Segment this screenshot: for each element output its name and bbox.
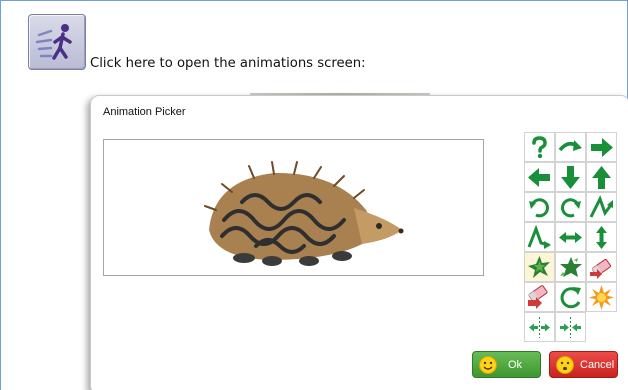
animation-option[interactable] — [524, 282, 555, 312]
animation-option[interactable] — [586, 132, 617, 162]
wipe-vertical-icon — [560, 317, 581, 338]
rotate-counterclockwise-icon — [561, 198, 581, 218]
smiley-face-icon — [479, 356, 497, 374]
arrow-left-icon — [528, 168, 550, 187]
animation-option[interactable] — [555, 162, 586, 192]
animation-option[interactable] — [586, 222, 617, 252]
ok-button[interactable]: Ok — [472, 351, 541, 378]
animation-option[interactable] — [524, 192, 555, 222]
dialog-title: Animation Picker — [103, 106, 186, 118]
hedgehog-image — [204, 161, 404, 266]
sad-face-icon — [556, 356, 574, 374]
animation-icon-grid — [524, 132, 617, 344]
rotate-clockwise-icon — [529, 198, 549, 218]
animation-option[interactable] — [555, 312, 586, 342]
instruction-text: Click here to open the animations screen… — [90, 56, 366, 71]
animation-option[interactable] — [555, 132, 586, 162]
animation-option[interactable] — [524, 162, 555, 192]
animation-option[interactable] — [524, 222, 555, 252]
arrow-up-icon — [592, 166, 611, 189]
eraser-fade-in-icon — [528, 285, 548, 309]
help-question-icon — [532, 136, 547, 159]
zigzag-left-icon — [527, 225, 551, 249]
wipe-horizontal-icon — [529, 317, 550, 338]
horizontal-stretch-icon — [559, 232, 582, 243]
animation-option[interactable] — [555, 252, 586, 282]
vertical-stretch-icon — [596, 226, 607, 249]
animation-option-selected[interactable] — [524, 252, 555, 282]
open-animations-button[interactable] — [28, 14, 86, 70]
partial-rotate-icon — [560, 287, 581, 309]
animation-option[interactable] — [555, 282, 586, 312]
animation-preview — [103, 139, 484, 276]
animation-picker-dialog: Animation Picker Ok Cancel — [90, 95, 628, 390]
animation-option[interactable] — [524, 132, 555, 162]
animation-option[interactable] — [524, 312, 555, 342]
leaves-burst-icon — [560, 257, 582, 277]
ok-label: Ok — [508, 359, 523, 371]
starburst-icon — [589, 285, 614, 310]
animation-option[interactable] — [555, 222, 586, 252]
curve-arrow-right-icon — [558, 140, 582, 152]
zigzag-right-icon — [589, 195, 613, 218]
animation-option[interactable] — [586, 192, 617, 222]
cancel-button[interactable]: Cancel — [549, 351, 618, 378]
animated-figure-icon — [35, 24, 72, 60]
cancel-label: Cancel — [580, 359, 615, 371]
arrow-right-icon — [591, 138, 613, 157]
animation-option[interactable] — [586, 252, 617, 282]
animation-option[interactable] — [586, 282, 617, 312]
arrow-down-icon — [561, 166, 580, 189]
animation-option[interactable] — [586, 162, 617, 192]
animation-option[interactable] — [555, 192, 586, 222]
leaves-spin-icon — [528, 256, 550, 278]
eraser-fade-out-icon — [590, 259, 611, 279]
